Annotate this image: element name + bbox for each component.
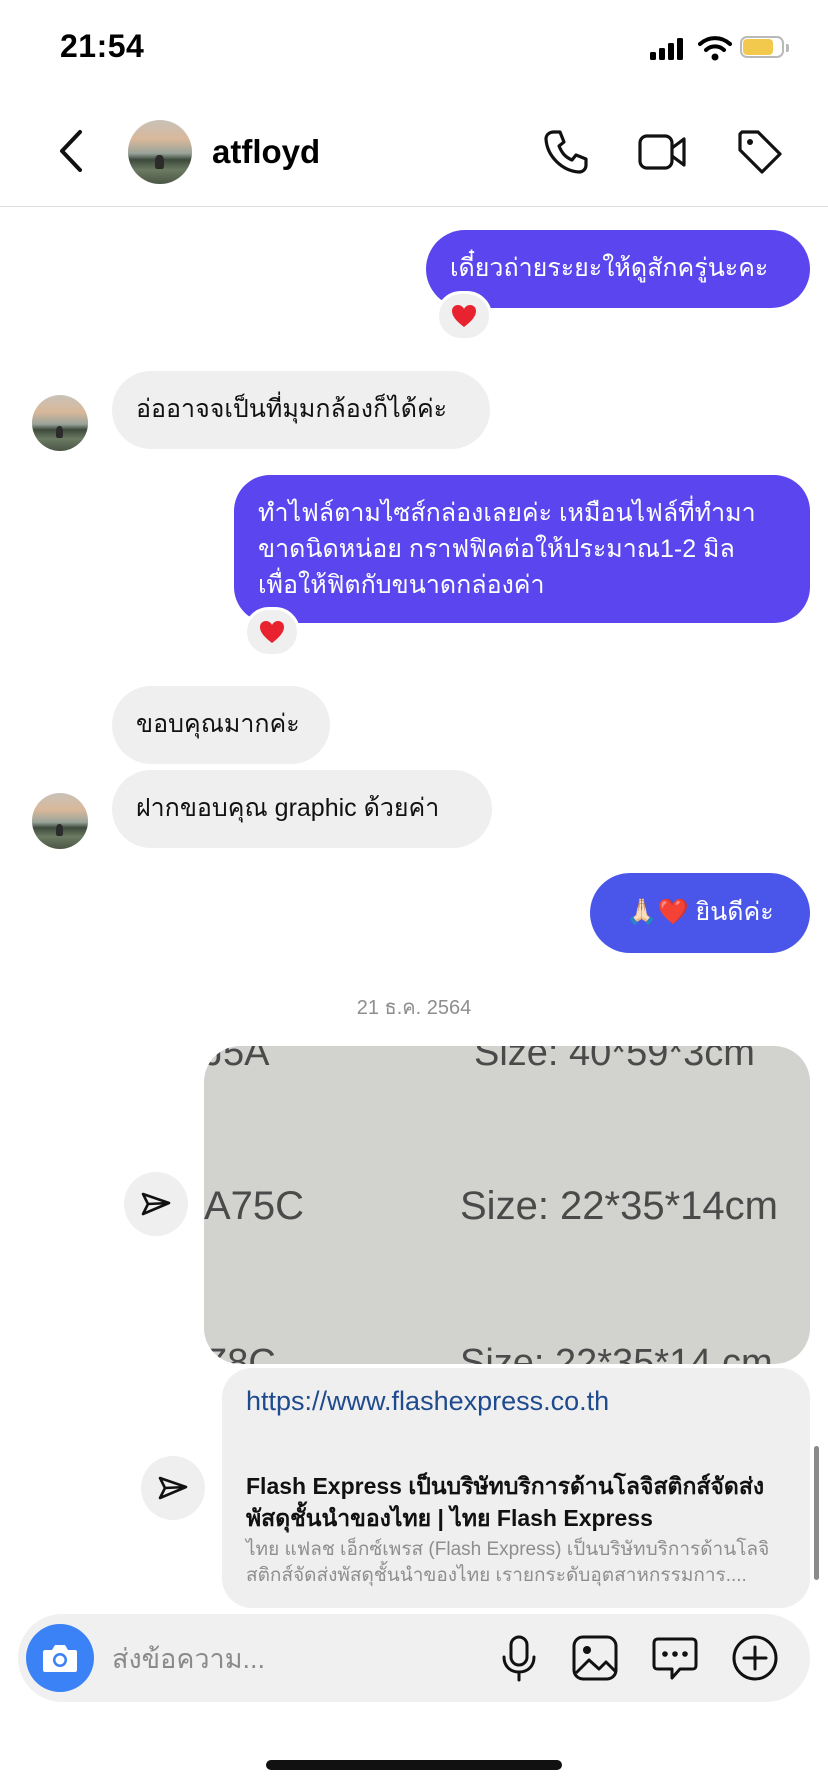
photo-text: Size: 40*59*3cm: [474, 1046, 755, 1074]
message-text: เดี๋ยวถ่ายระยะให้ดูสักครู่นะคะ: [450, 254, 769, 282]
chat-header: [0, 100, 828, 207]
photo-text: Z8C: [204, 1342, 276, 1364]
reaction[interactable]: [244, 607, 300, 657]
camera-icon: [43, 1645, 77, 1672]
message-text: 🙏🏻❤️ ยินดีค่ะ: [626, 898, 774, 926]
date-divider: 21 ธ.ค. 2564: [356, 997, 472, 1019]
phone-icon[interactable]: [540, 126, 592, 178]
message-bubble-outgoing[interactable]: ทำไฟล์ตามไซส์กล่องเลยค่ะ เหมือนไฟล์ที่ทำ…: [234, 475, 810, 623]
share-button[interactable]: [141, 1456, 205, 1520]
message-input[interactable]: [110, 1636, 474, 1682]
photo-text: Size: 22*35*14cm: [460, 1184, 778, 1228]
contact-username[interactable]: atfloyd: [212, 133, 320, 171]
heart-icon: [260, 621, 284, 643]
photo-text: A75C: [204, 1184, 305, 1228]
message-line: ขาดนิดหน่อย กราฟฟิคต่อให้ประมาณ1-2 มิล: [258, 535, 735, 563]
battery-icon: [740, 36, 790, 60]
message-line: ทำไฟล์ตามไซส์กล่องเลยค่ะ เหมือนไฟล์ที่ทำ…: [258, 499, 756, 527]
message-bubble-outgoing[interactable]: เดี๋ยวถ่ายระยะให้ดูสักครู่นะคะ: [426, 230, 810, 308]
link-title-line: Flash Express เป็นบริษัทบริการด้านโลจิสต…: [246, 1473, 765, 1499]
wifi-icon: [698, 36, 732, 61]
video-icon[interactable]: [636, 126, 688, 178]
link-title: Flash Express เป็นบริษัทบริการด้านโลจิสต…: [246, 1470, 796, 1534]
avatar[interactable]: [32, 793, 88, 849]
home-indicator[interactable]: [266, 1760, 562, 1770]
share-icon: [141, 1192, 171, 1216]
photo-text: Size: 22*35*14 cm: [460, 1342, 773, 1364]
scrollbar[interactable]: [814, 1446, 819, 1580]
photo-attachment[interactable]: J5A Size: 40*59*3cm A75C Size: 22*35*14c…: [204, 1046, 810, 1364]
share-icon: [158, 1476, 188, 1500]
link-description-line: สติกส์จัดส่งพัสดุชั้นนำของไทย เรายกระดับ…: [246, 1565, 747, 1586]
cellular-signal-icon: [650, 36, 686, 60]
camera-button[interactable]: [26, 1624, 94, 1692]
avatar[interactable]: [128, 120, 192, 184]
message-bubble-incoming[interactable]: ฝากขอบคุณ graphic ด้วยค่า: [112, 770, 492, 848]
message-bubble-incoming[interactable]: อ่ออาจจเป็นที่มุมกล้องก็ได้ค่ะ: [112, 371, 490, 449]
microphone-icon[interactable]: [494, 1633, 544, 1683]
message-text: ฝากขอบคุณ graphic ด้วยค่า: [136, 794, 440, 822]
gallery-icon[interactable]: [570, 1633, 620, 1683]
sticker-icon[interactable]: [650, 1633, 700, 1683]
reaction[interactable]: [436, 291, 492, 341]
tag-icon[interactable]: [734, 126, 786, 178]
message-text: อ่ออาจจเป็นที่มุมกล้องก็ได้ค่ะ: [136, 395, 448, 423]
link-description: ไทย แฟลช เอ็กซ์เพรส (Flash Express) เป็น…: [246, 1537, 796, 1589]
message-text: ขอบคุณมากค่ะ: [136, 710, 300, 738]
photo-text: J5A: [204, 1046, 270, 1074]
share-button[interactable]: [124, 1172, 188, 1236]
back-chevron-icon[interactable]: [54, 126, 90, 176]
avatar[interactable]: [32, 395, 88, 451]
status-time: 21:54: [60, 28, 145, 64]
link-url[interactable]: https://www.flashexpress.co.th: [246, 1386, 609, 1417]
heart-icon: [452, 305, 476, 327]
plus-circle-icon[interactable]: [730, 1633, 780, 1683]
link-description-line: ไทย แฟลช เอ็กซ์เพรส (Flash Express) เป็น…: [246, 1539, 770, 1560]
message-bubble-incoming[interactable]: ขอบคุณมากค่ะ: [112, 686, 330, 764]
message-bubble-outgoing[interactable]: 🙏🏻❤️ ยินดีค่ะ: [590, 873, 810, 953]
message-line: เพื่อให้ฟิตกับขนาดกล่องค่า: [258, 571, 545, 599]
link-title-line: พัสดุชั้นนำของไทย | ไทย Flash Express: [246, 1505, 653, 1531]
